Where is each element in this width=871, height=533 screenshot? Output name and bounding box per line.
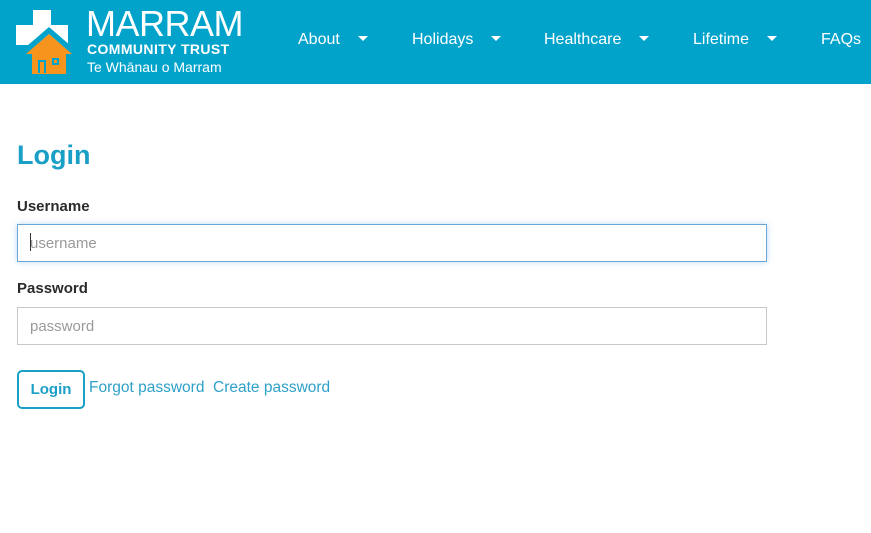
chevron-down-icon[interactable] — [491, 36, 502, 42]
nav-item-healthcare[interactable]: Healthcare — [544, 30, 650, 50]
username-label: Username — [17, 198, 90, 215]
site-header: MARRAM COMMUNITY TRUST Te Whānau o Marra… — [0, 0, 871, 84]
nav-label: Holidays — [412, 31, 474, 48]
forgot-password-link[interactable]: Forgot password — [89, 379, 204, 397]
password-label: Password — [17, 280, 88, 297]
create-password-link[interactable]: Create password — [213, 379, 330, 397]
page-title: Login — [17, 140, 91, 170]
password-input[interactable] — [17, 307, 767, 345]
nav-label: Healthcare — [544, 31, 622, 48]
nav-label: Lifetime — [693, 31, 750, 48]
username-input[interactable] — [17, 224, 767, 262]
nav-label: About — [298, 31, 340, 48]
chevron-down-icon[interactable] — [357, 36, 368, 42]
text-cursor — [30, 233, 31, 251]
nav-item-holidays[interactable]: Holidays — [412, 30, 502, 50]
chevron-down-icon[interactable] — [767, 36, 778, 42]
login-button[interactable]: Login — [17, 370, 85, 409]
nav-item-about[interactable]: About — [298, 30, 368, 50]
main-nav: About Holidays Healthcare Lifetime FAQs — [0, 0, 871, 84]
nav-item-faqs[interactable]: FAQs — [821, 30, 861, 50]
nav-item-lifetime[interactable]: Lifetime — [693, 30, 778, 50]
chevron-down-icon[interactable] — [639, 36, 650, 42]
nav-label: FAQs — [821, 31, 862, 48]
